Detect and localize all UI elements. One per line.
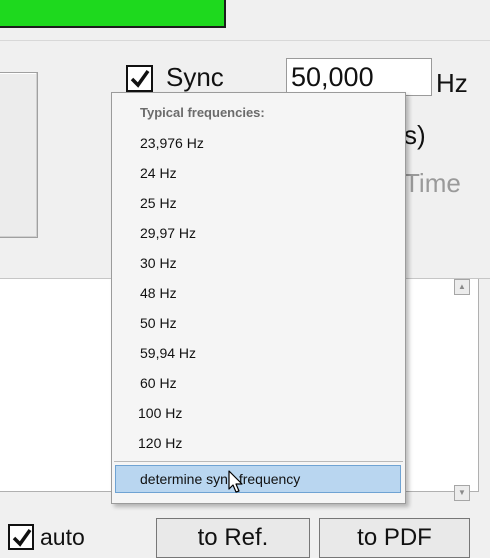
dropdown-header: Typical frequencies:	[140, 105, 265, 120]
dropdown-item[interactable]: 60 Hz	[140, 375, 177, 391]
dropdown-item[interactable]: 59,94 Hz	[140, 345, 196, 361]
dropdown-item[interactable]: 48 Hz	[140, 285, 177, 301]
dropdown-item[interactable]: 50 Hz	[140, 315, 177, 331]
mouse-pointer-icon	[228, 470, 243, 493]
dropdown-item[interactable]: 25 Hz	[140, 195, 177, 211]
to-ref-button[interactable]: to Ref.	[156, 518, 310, 558]
sync-checkbox[interactable]	[126, 65, 153, 92]
checkmark-icon	[130, 69, 150, 88]
frequency-dropdown-menu: Typical frequencies: 23,976 Hz 24 Hz 25 …	[111, 92, 406, 504]
seconds-label: s)	[404, 120, 426, 150]
determine-sync-frequency-item[interactable]: determine sync frequency	[115, 465, 401, 493]
sync-frequency-input[interactable]: 50,000	[286, 58, 432, 96]
level-indicator-bar	[0, 0, 226, 28]
dropdown-item[interactable]: 100 Hz	[138, 405, 182, 421]
side-button[interactable]	[0, 72, 38, 238]
frequency-unit-label: Hz	[436, 68, 468, 98]
scroll-down-arrow-icon[interactable]: ▼	[454, 485, 470, 501]
dropdown-item[interactable]: 24 Hz	[140, 165, 177, 181]
auto-label: auto	[40, 524, 85, 550]
dropdown-item[interactable]: 23,976 Hz	[140, 135, 204, 151]
sync-label: Sync	[166, 62, 224, 92]
scroll-up-arrow-icon[interactable]: ▲	[454, 279, 470, 295]
divider	[0, 40, 490, 41]
dropdown-item[interactable]: 120 Hz	[138, 435, 182, 451]
checkmark-icon	[12, 528, 32, 547]
to-pdf-button[interactable]: to PDF	[319, 518, 470, 558]
dropdown-separator	[114, 461, 403, 462]
auto-checkbox[interactable]	[8, 524, 34, 550]
dropdown-item[interactable]: 30 Hz	[140, 255, 177, 271]
dropdown-item[interactable]: 29,97 Hz	[140, 225, 196, 241]
time-label: Time	[404, 168, 461, 198]
